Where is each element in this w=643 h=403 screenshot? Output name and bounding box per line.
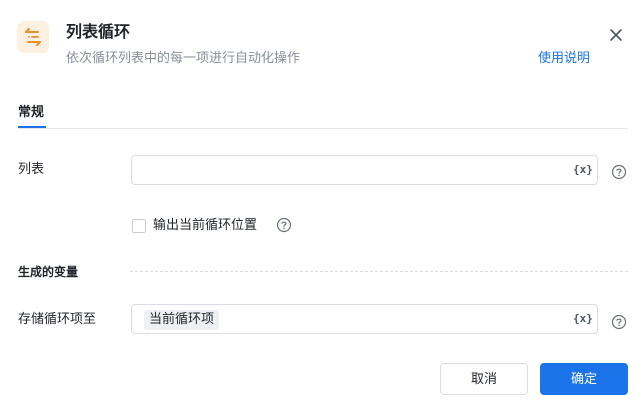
list-loop-dialog: 列表循环 依次循环列表中的每一项进行自动化操作 使用说明 常规 列表 {x} 输… — [0, 0, 643, 403]
store-field-label: 存储循环项至 — [18, 312, 97, 327]
loop-list-icon — [17, 21, 49, 53]
help-link[interactable]: 使用说明 — [538, 50, 590, 68]
help-icon[interactable] — [276, 217, 292, 233]
variable-insert-button[interactable]: {x} — [573, 162, 593, 178]
confirm-button[interactable]: 确定 — [540, 363, 628, 395]
cancel-button[interactable]: 取消 — [440, 363, 528, 395]
output-loop-position-checkbox[interactable] — [132, 219, 146, 233]
help-icon[interactable] — [611, 314, 627, 330]
variable-insert-button[interactable]: {x} — [573, 311, 593, 327]
section-divider — [130, 271, 628, 272]
tab-general[interactable]: 常规 — [18, 104, 44, 122]
store-item-input[interactable]: 当前循环项 {x} — [131, 304, 598, 334]
section-title: 生成的变量 — [18, 265, 79, 279]
checkbox-label: 输出当前循环位置 — [153, 218, 258, 233]
help-icon[interactable] — [611, 164, 627, 180]
dialog-title: 列表循环 — [66, 22, 131, 41]
tab-divider — [18, 128, 628, 129]
list-input[interactable]: {x} — [131, 155, 598, 185]
close-icon[interactable] — [606, 25, 626, 45]
variable-tag[interactable]: 当前循环项 — [144, 310, 220, 330]
dialog-subtitle: 依次循环列表中的每一项进行自动化操作 — [66, 51, 301, 66]
list-field-label: 列表 — [18, 162, 45, 177]
